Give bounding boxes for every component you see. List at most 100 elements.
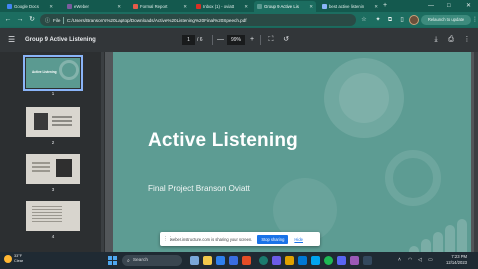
slide-page-1: Active Listening Final Project Branson O…: [113, 52, 471, 252]
file-explorer-icon[interactable]: [203, 256, 212, 265]
menu-icon[interactable]: ☰: [8, 36, 15, 44]
google-docs-icon: [7, 4, 12, 9]
sidebar-scrollbar[interactable]: [101, 52, 104, 252]
zoom-in-button[interactable]: +: [250, 35, 254, 45]
slide-title: Active Listening: [148, 130, 298, 151]
zoom-out-button[interactable]: —: [217, 35, 224, 45]
bookmark-star-icon[interactable]: ☆: [360, 16, 368, 24]
task-view-icon[interactable]: [190, 256, 199, 265]
photos-icon[interactable]: [311, 256, 320, 265]
thumbnail-page-3[interactable]: 3: [26, 154, 80, 192]
windows-start-icon[interactable]: [108, 256, 117, 265]
zoom-input[interactable]: 99%: [227, 35, 245, 45]
extension-puzzle-icon[interactable]: ⧉: [386, 16, 394, 24]
eweber-icon: [67, 4, 72, 9]
decorative-bar: [421, 239, 431, 252]
tab-close-icon[interactable]: ✕: [374, 4, 378, 10]
maximize-button[interactable]: □: [447, 1, 451, 11]
url-scheme: File: [53, 17, 61, 23]
clock-date: 12/14/2023: [446, 260, 467, 265]
page-number-input[interactable]: 1: [182, 35, 195, 45]
chrome-icon[interactable]: [259, 256, 268, 265]
thumbnail-image[interactable]: Active Listening: [23, 55, 83, 91]
main-scrollbar[interactable]: [474, 52, 478, 252]
thumbnail-image[interactable]: [26, 107, 80, 137]
sidebar-icon[interactable]: ▯: [398, 16, 406, 24]
taskbar-clock[interactable]: 7:23 PM 12/14/2023: [437, 254, 467, 266]
tab-eweber[interactable]: eWeber ✕: [64, 1, 124, 12]
chevron-up-icon[interactable]: ˄: [398, 257, 401, 264]
fit-to-page-icon[interactable]: ⛶: [266, 35, 276, 45]
stop-sharing-button[interactable]: Stop sharing: [257, 234, 289, 244]
search-result-icon: [322, 4, 327, 9]
edge-icon[interactable]: [229, 256, 238, 265]
decorative-bar: [433, 232, 443, 252]
tab-label: Google Docs: [14, 4, 39, 9]
drag-handle-icon[interactable]: ⋮⋮: [163, 236, 173, 242]
store-icon[interactable]: [242, 256, 251, 265]
pdf-toolbar: ☰ Group 9 Active Listening 1 / 6 — 99% +…: [0, 28, 478, 52]
rotate-icon[interactable]: ↺: [281, 35, 291, 45]
tab-close-icon[interactable]: ✕: [49, 4, 53, 10]
tab-label: Group 9 Active Lis: [264, 4, 299, 9]
speaker-icon[interactable]: ◁: [418, 257, 422, 264]
tab-close-icon[interactable]: ✕: [117, 4, 121, 10]
more-actions-icon[interactable]: ⋮: [462, 35, 472, 45]
app-icon[interactable]: [350, 256, 359, 265]
extensions-icon[interactable]: ✦: [374, 16, 382, 24]
url-text[interactable]: C:/Users/Branson's%20Laptop/Downloads/Ac…: [67, 18, 247, 23]
thumbnail-page-1[interactable]: Active Listening 1: [23, 55, 83, 96]
spotify-icon[interactable]: [324, 256, 333, 265]
pdf-viewport: Active Listening Final Project Branson O…: [105, 52, 478, 252]
mail-icon[interactable]: [298, 256, 307, 265]
address-bar[interactable]: ⓘ File C:/Users/Branson's%20Laptop/Downl…: [40, 14, 356, 26]
search-icon: ⌕: [127, 257, 130, 264]
tab-close-icon[interactable]: ✕: [244, 4, 248, 10]
tab-group-9-active-listening[interactable]: Group 9 Active Lis ✕: [254, 1, 316, 12]
tab-best-active-listening[interactable]: best active listenin ✕: [319, 1, 381, 12]
photo: [34, 113, 48, 130]
tab-label: best active listenin: [329, 4, 365, 9]
text-lines: [52, 116, 72, 118]
folder-icon[interactable]: [285, 256, 294, 265]
tab-inbox[interactable]: Inbox (1) - oviatt ✕: [193, 1, 251, 12]
weather-desc: Clear: [14, 258, 24, 263]
formal-report-icon: [133, 4, 138, 9]
divider: [63, 16, 64, 24]
tab-label: Inbox (1) - oviatt: [203, 4, 235, 9]
discord-icon[interactable]: [337, 256, 346, 265]
tab-formal-report[interactable]: Formal Report ✕: [130, 1, 190, 12]
print-icon[interactable]: ⎙: [446, 35, 456, 45]
back-icon[interactable]: ←: [3, 15, 13, 25]
new-tab-button[interactable]: +: [383, 1, 387, 11]
tab-google-docs[interactable]: Google Docs ✕: [4, 1, 56, 12]
wifi-icon[interactable]: ◠: [408, 257, 412, 264]
word-icon[interactable]: [216, 256, 225, 265]
relaunch-button[interactable]: Relaunch to update: [421, 15, 471, 25]
reload-icon[interactable]: ↻: [27, 15, 37, 25]
minimize-button[interactable]: —: [428, 1, 434, 11]
thumbnail-image[interactable]: [26, 154, 80, 184]
decorative-bar: [457, 219, 467, 252]
hide-link[interactable]: Hide: [294, 237, 303, 242]
close-window-button[interactable]: ✕: [466, 1, 471, 11]
tab-label: eWeber: [74, 4, 89, 9]
weather-widget[interactable]: 33°F Clear: [4, 254, 23, 263]
taskbar-search[interactable]: ⌕ Search: [122, 255, 182, 266]
divider: [260, 35, 261, 45]
terminal-icon[interactable]: [363, 256, 372, 265]
thumbnail-number: 1: [51, 91, 55, 96]
thumbnail-image[interactable]: [26, 201, 80, 231]
thumbnail-page-4[interactable]: 4: [26, 201, 80, 239]
tab-close-icon[interactable]: ✕: [309, 4, 313, 10]
forward-icon[interactable]: →: [15, 15, 25, 25]
more-menu-icon[interactable]: ⋮: [472, 16, 478, 24]
profile-avatar[interactable]: [409, 15, 419, 25]
info-icon[interactable]: ⓘ: [45, 17, 50, 24]
thumbnail-page-2[interactable]: 2: [26, 107, 80, 145]
battery-icon[interactable]: ▭: [428, 257, 433, 264]
download-icon[interactable]: ⤓: [431, 35, 441, 45]
teams-icon[interactable]: [272, 256, 281, 265]
thumbnail-number: 3: [51, 187, 55, 192]
tab-close-icon[interactable]: ✕: [183, 4, 187, 10]
